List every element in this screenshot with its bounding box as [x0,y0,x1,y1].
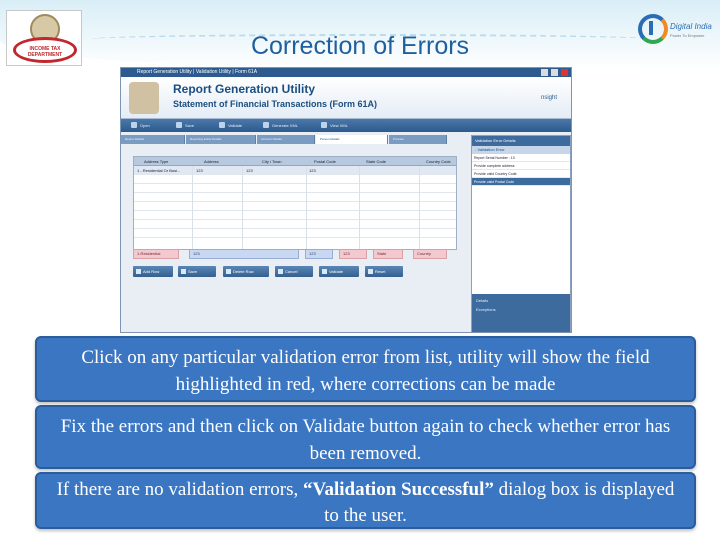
country-select[interactable]: Country [413,249,447,259]
instruction-callout-validate-again: Fix the errors and then click on Validat… [35,405,696,469]
validate-button[interactable]: Validate [319,266,359,277]
table-row[interactable] [134,175,456,184]
column-header: Address [204,159,219,164]
validation-error-item[interactable]: Provide complete address [472,162,570,170]
page-title: Correction of Errors [250,32,470,60]
reset-button[interactable]: Reset [365,266,403,277]
tab-account-details[interactable]: Account Details [257,135,315,144]
minimize-icon[interactable] [541,69,548,76]
callout-emphasis: “Validation Successful” [302,479,494,500]
city-input[interactable]: 123 [305,249,333,259]
column-header: Address Type [144,159,169,164]
tab-person-details[interactable]: Person Details [316,135,388,144]
view-xml-button[interactable]: View XML [321,121,348,130]
table-row[interactable] [134,193,456,202]
table-row[interactable] [134,211,456,220]
callout-text: Click on any particular validation error… [81,347,650,395]
tab-preview[interactable]: Preview [389,135,447,144]
state-select[interactable]: State [373,249,403,259]
column-header: Postal Code [314,159,336,164]
validate-toolbar-button[interactable]: Validate [219,121,242,130]
address-input[interactable]: 123 [189,249,299,259]
toolbar: Open Save Validate Generate XML View XML [121,119,571,132]
app-header: Report Generation Utility Statement of F… [121,77,571,119]
delete-row-button[interactable]: Delete Row [223,266,269,277]
instruction-callout-select-error: Click on any particular validation error… [35,336,696,402]
validation-error-group[interactable]: - Validation Error [472,146,570,154]
maximize-icon[interactable] [551,69,558,76]
app-title: Report Generation Utility [173,82,316,96]
app-screenshot: Report Generation Utility | Validation U… [120,67,572,333]
action-buttons: Add Row Save Delete Row Cancel Validate … [133,266,457,277]
table-row[interactable] [134,229,456,238]
brand-label: nsight [541,95,558,101]
table-row[interactable]: 1 - Residential Or Busi... 123 123 123 [134,166,456,175]
tab-report-details[interactable]: Report Details [121,135,185,144]
window-titlebar: Report Generation Utility | Validation U… [121,68,571,77]
table-row[interactable] [134,202,456,211]
add-row-button[interactable]: Add Row [133,266,173,277]
column-header: State Code [366,159,387,164]
table-row[interactable] [134,184,456,193]
callout-text: If there are no validation errors, [56,479,303,500]
details-link[interactable]: Details [476,298,488,303]
validation-panel-title: Validation Error Details [472,136,570,146]
grid-header: Address Type Address City / Town Postal … [134,157,456,166]
generate-xml-button[interactable]: Generate XML [263,121,298,130]
table-row[interactable] [134,220,456,229]
exceptions-link[interactable]: Exceptions [476,307,496,312]
validation-error-item[interactable]: Provide valid Country Code [472,170,570,178]
tab-bar: Report Details Reporting Entity Details … [121,135,473,144]
open-button[interactable]: Open [131,121,150,130]
postal-code-input[interactable]: 123 [339,249,367,259]
save-toolbar-button[interactable]: Save [176,121,194,130]
close-icon[interactable] [561,69,568,76]
validation-error-item[interactable]: Report Serial Number : 13 [472,154,570,162]
column-header: City / Town [262,159,282,164]
address-grid: Address Type Address City / Town Postal … [133,156,457,250]
column-header: Country Code [426,159,451,164]
address-form-row: 1-Residential 123 123 123 State Country [133,249,457,259]
address-type-select[interactable]: 1-Residential [133,249,179,259]
tab-reporting-entity[interactable]: Reporting Entity Details [186,135,256,144]
validation-panel: Validation Error Details - Validation Er… [471,135,571,332]
save-button[interactable]: Save [178,266,216,277]
validation-error-item-selected[interactable]: Provide valid Postal Code [472,178,570,186]
validation-panel-footer: Details Exceptions [472,294,570,332]
window-title: Report Generation Utility | Validation U… [137,69,258,75]
instruction-callout-success: If there are no validation errors, “Vali… [35,472,696,529]
cancel-button[interactable]: Cancel [275,266,313,277]
emblem-icon [129,82,159,114]
digital-india-label: Digital India [670,22,712,31]
app-subtitle: Statement of Financial Transactions (For… [173,99,378,109]
callout-text: Fix the errors and then click on Validat… [60,416,671,464]
